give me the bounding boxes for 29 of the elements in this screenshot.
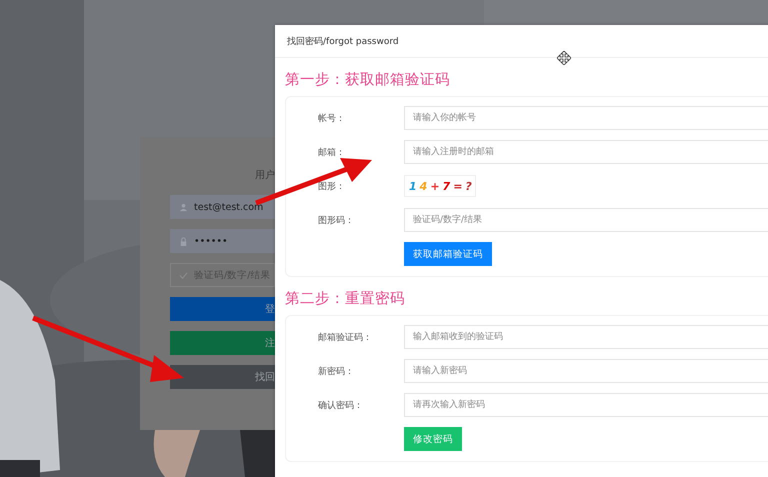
input-field[interactable]: 请再次输入新密码 — [404, 393, 768, 417]
submit-button[interactable]: 修改密码 — [404, 427, 462, 451]
field-label: 图形： — [317, 180, 346, 192]
login-button[interactable]: 找回 — [170, 365, 275, 389]
input-field[interactable]: 验证码/数字/结果 — [404, 208, 768, 232]
input-field[interactable]: 请输入注册时的邮箱 — [404, 140, 768, 164]
field-label: 确认密码： — [317, 400, 364, 412]
field-value: •••••• — [194, 236, 228, 246]
dialog-title: 找回密码/forgot password — [287, 36, 399, 48]
field-label: 新密码： — [317, 366, 355, 378]
move-icon[interactable] — [557, 51, 571, 65]
login-button[interactable]: 注 — [170, 331, 275, 355]
input-field[interactable]: 输入邮箱收到的验证码 — [404, 325, 768, 349]
input-field[interactable]: 请输入你的帐号 — [404, 106, 768, 130]
lock-icon — [179, 236, 188, 246]
login-title: 用户 — [254, 168, 275, 183]
field-label: 邮箱验证码： — [317, 332, 373, 344]
user-icon — [179, 202, 188, 212]
submit-button[interactable]: 获取邮箱验证码 — [404, 242, 492, 266]
step-heading: 第二步：重置密码 — [285, 290, 406, 309]
step-heading: 第一步：获取邮箱验证码 — [285, 71, 451, 90]
input-field[interactable]: •••••• — [170, 229, 275, 253]
field-label: 图形码： — [317, 214, 355, 226]
field-label: 帐号： — [317, 112, 346, 124]
field-label: 邮箱： — [317, 146, 346, 158]
login-button[interactable]: 登 — [170, 297, 275, 321]
input-field[interactable]: 请输入新密码 — [404, 359, 768, 383]
field-value: test@test.com — [194, 202, 264, 212]
input-field[interactable]: test@test.com — [170, 195, 275, 219]
